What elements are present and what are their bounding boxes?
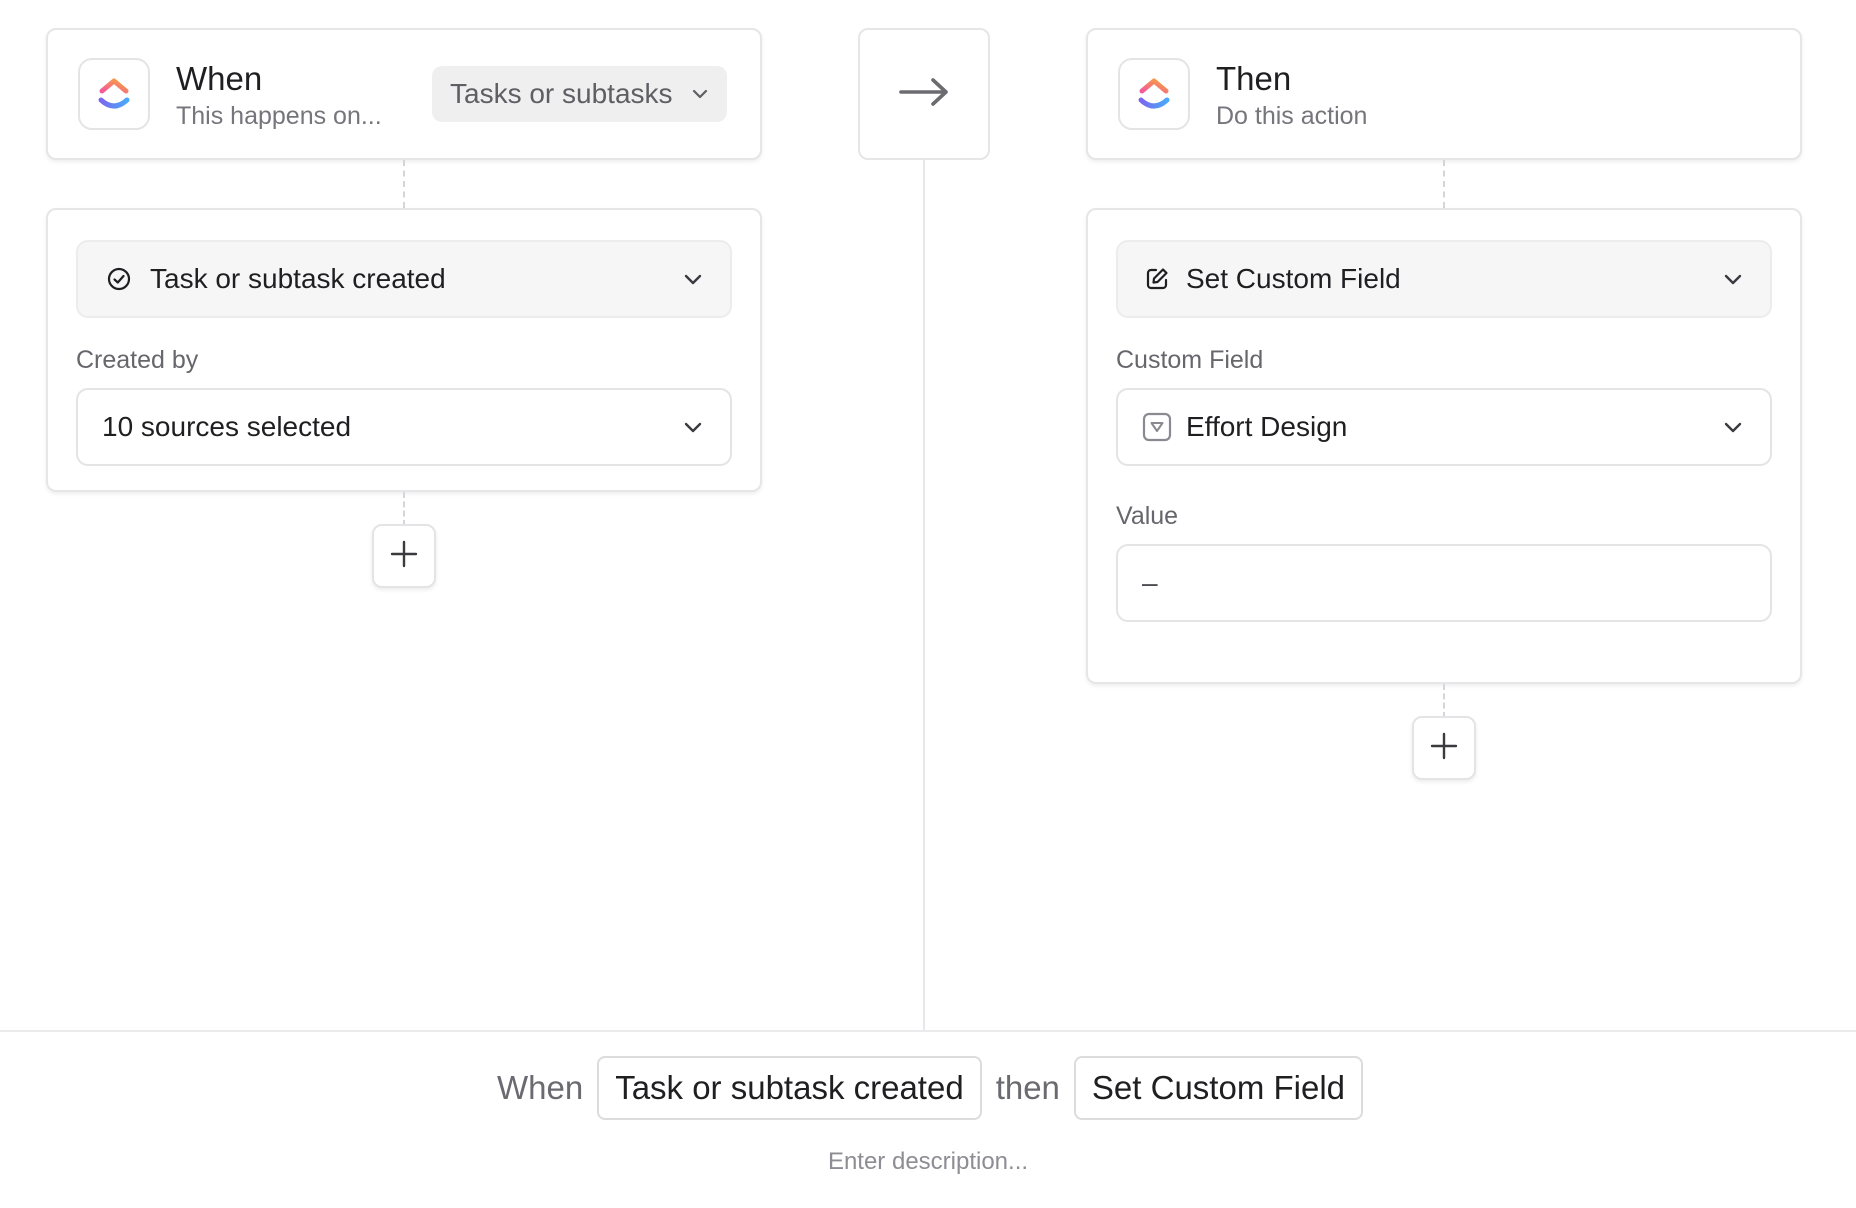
center-divider xyxy=(923,160,925,1030)
custom-field-select[interactable]: Effort Design xyxy=(1116,388,1772,466)
action-title: Then xyxy=(1216,60,1292,97)
trigger-subtitle: This happens on... xyxy=(176,102,382,130)
value-text: – xyxy=(1142,567,1158,598)
trigger-scope-dropdown[interactable]: Tasks or subtasks xyxy=(432,66,727,122)
automation-summary: When Task or subtask created then Set Cu… xyxy=(0,1056,1856,1120)
chevron-down-icon xyxy=(1722,416,1744,438)
summary-then-word: then xyxy=(995,1069,1060,1106)
flow-arrow-box xyxy=(858,28,990,160)
clickup-logo-icon xyxy=(1118,58,1190,130)
trigger-scope-label: Tasks or subtasks xyxy=(450,78,673,109)
action-connector xyxy=(1443,160,1445,208)
chevron-down-icon xyxy=(1722,268,1744,290)
chevron-down-icon xyxy=(682,268,704,290)
trigger-event-label: Task or subtask created xyxy=(150,263,446,294)
trigger-config-card: Task or subtask created Created by 10 so… xyxy=(46,208,762,492)
action-config-card: Set Custom Field Custom Field Effort Des… xyxy=(1086,208,1802,684)
created-by-label: Created by xyxy=(76,346,199,374)
chevron-down-icon xyxy=(691,78,709,110)
plus-icon xyxy=(1429,731,1459,766)
action-header-card: Then Do this action xyxy=(1086,28,1802,160)
check-circle-icon xyxy=(104,264,134,294)
summary-trigger-pill[interactable]: Task or subtask created xyxy=(597,1056,982,1120)
plus-icon xyxy=(389,539,419,574)
clickup-logo-icon xyxy=(78,58,150,130)
action-type-select[interactable]: Set Custom Field xyxy=(1116,240,1772,318)
value-label: Value xyxy=(1116,502,1179,530)
add-action-button[interactable] xyxy=(1412,716,1476,780)
action-type-label: Set Custom Field xyxy=(1186,263,1401,294)
add-condition-button[interactable] xyxy=(372,524,436,588)
action-add-connector xyxy=(1443,684,1445,718)
trigger-connector xyxy=(403,160,405,208)
trigger-header-card: When This happens on... Tasks or subtask… xyxy=(46,28,762,160)
description-input[interactable]: Enter description... xyxy=(0,1148,1856,1176)
trigger-event-select[interactable]: Task or subtask created xyxy=(76,240,732,318)
dropdown-field-icon xyxy=(1142,412,1172,442)
summary-when-word: When xyxy=(496,1069,584,1106)
edit-icon xyxy=(1142,264,1172,294)
custom-field-value: Effort Design xyxy=(1186,411,1348,442)
automation-builder: When This happens on... Tasks or subtask… xyxy=(0,0,1856,1208)
custom-field-label: Custom Field xyxy=(1116,346,1264,374)
value-input[interactable]: – xyxy=(1116,544,1772,622)
trigger-title: When xyxy=(176,60,263,97)
trigger-add-connector xyxy=(403,492,405,526)
created-by-value: 10 sources selected xyxy=(102,411,352,442)
created-by-select[interactable]: 10 sources selected xyxy=(76,388,732,466)
arrow-right-icon xyxy=(898,76,950,113)
summary-action-pill[interactable]: Set Custom Field xyxy=(1073,1056,1364,1120)
chevron-down-icon xyxy=(682,416,704,438)
action-subtitle: Do this action xyxy=(1216,102,1368,130)
